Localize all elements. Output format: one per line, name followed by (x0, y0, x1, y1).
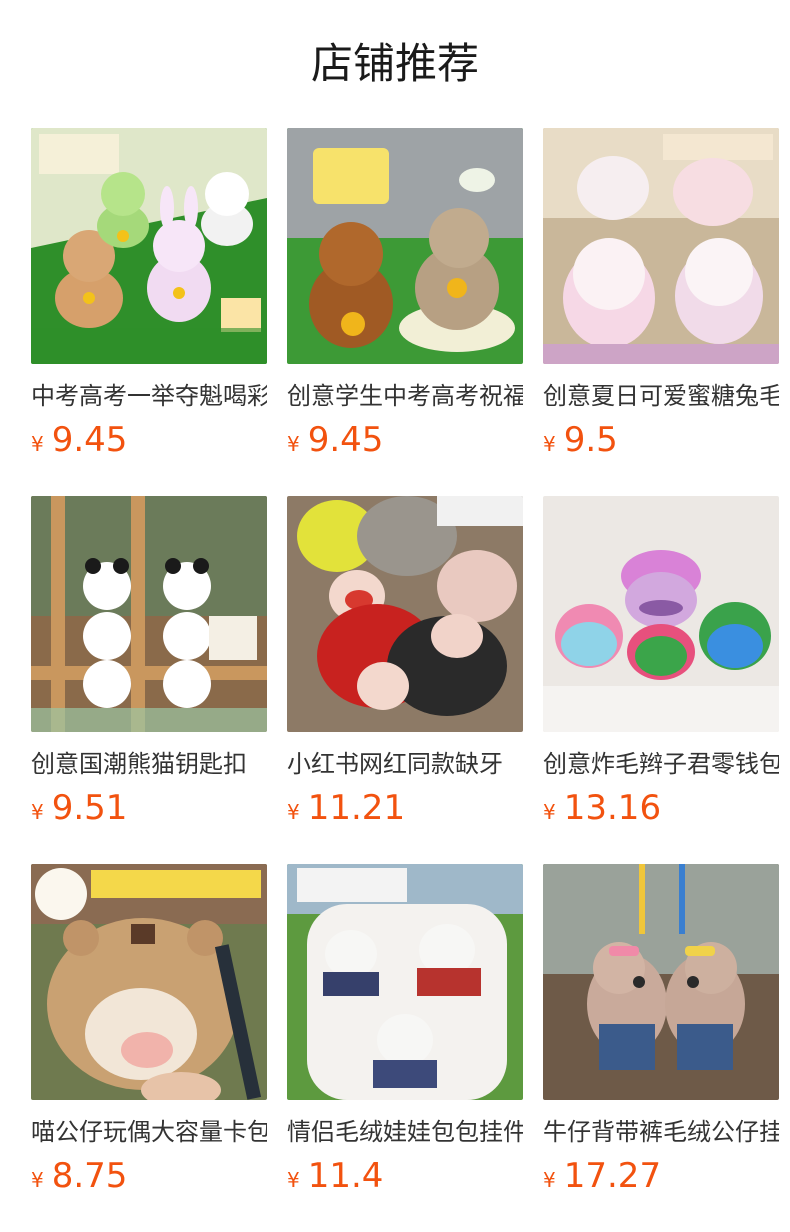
dog-overalls-image[interactable] (543, 864, 779, 1100)
currency-symbol: ¥ (543, 1168, 556, 1192)
product-card[interactable]: 创意国潮熊猫钥匙扣 ¥9.51 (31, 496, 267, 864)
currency-symbol: ¥ (543, 432, 556, 456)
currency-symbol: ¥ (31, 432, 44, 456)
currency-symbol: ¥ (287, 800, 300, 824)
product-price: 9.45 (51, 420, 128, 460)
capybara-plush-image[interactable] (287, 128, 523, 364)
price-row: ¥8.75 (31, 1154, 267, 1198)
product-price: 8.75 (51, 1156, 128, 1196)
price-row: ¥17.27 (543, 1154, 779, 1198)
plush-animals-image[interactable] (31, 128, 267, 364)
currency-symbol: ¥ (31, 800, 44, 824)
product-name[interactable]: 创意国潮熊猫钥匙扣 (31, 746, 267, 782)
product-price: 11.4 (307, 1156, 384, 1196)
price-row: ¥11.21 (287, 786, 523, 830)
product-card[interactable]: 中考高考一举夺魁喝彩 ¥9.45 (31, 128, 267, 496)
product-card[interactable]: 喵公仔玩偶大容量卡包 ¥8.75 (31, 864, 267, 1232)
product-name[interactable]: 牛仔背带裤毛绒公仔挂 (543, 1114, 779, 1150)
product-name[interactable]: 中考高考一举夺魁喝彩 (31, 378, 267, 414)
panda-keychain-image[interactable] (31, 496, 267, 732)
bunny-plush-image[interactable] (543, 128, 779, 364)
product-name[interactable]: 喵公仔玩偶大容量卡包 (31, 1114, 267, 1150)
westie-plush-image[interactable] (287, 864, 523, 1100)
product-price: 13.16 (563, 788, 662, 828)
product-name[interactable]: 创意学生中考高考祝福 (287, 378, 523, 414)
product-card[interactable]: 创意学生中考高考祝福 ¥9.45 (287, 128, 523, 496)
fluffy-monster-image[interactable] (543, 496, 779, 732)
price-row: ¥11.4 (287, 1154, 523, 1198)
product-price: 11.21 (307, 788, 406, 828)
product-price: 17.27 (563, 1156, 662, 1196)
product-name[interactable]: 创意炸毛辫子君零钱包 (543, 746, 779, 782)
product-card[interactable]: 小红书网红同款缺牙 ¥11.21 (287, 496, 523, 864)
currency-symbol: ¥ (287, 1168, 300, 1192)
currency-symbol: ¥ (543, 800, 556, 824)
capybara-bag-image[interactable] (31, 864, 267, 1100)
product-card[interactable]: 情侣毛绒娃娃包包挂件 ¥11.4 (287, 864, 523, 1232)
product-price: 9.45 (307, 420, 384, 460)
product-card[interactable]: 牛仔背带裤毛绒公仔挂 ¥17.27 (543, 864, 779, 1232)
currency-symbol: ¥ (287, 432, 300, 456)
product-price: 9.51 (51, 788, 128, 828)
product-name[interactable]: 创意夏日可爱蜜糖兔毛 (543, 378, 779, 414)
product-card[interactable]: 创意夏日可爱蜜糖兔毛 ¥9.5 (543, 128, 779, 496)
price-row: ¥13.16 (543, 786, 779, 830)
troll-doll-image[interactable] (287, 496, 523, 732)
product-grid: 中考高考一举夺魁喝彩 ¥9.45 创意学生中考高考祝福 ¥9.45 创意夏日可爱… (31, 128, 779, 1232)
price-row: ¥9.51 (31, 786, 267, 830)
product-name[interactable]: 小红书网红同款缺牙 (287, 746, 523, 782)
product-price: 9.5 (563, 420, 618, 460)
price-row: ¥9.45 (287, 418, 523, 462)
product-card[interactable]: 创意炸毛辫子君零钱包 ¥13.16 (543, 496, 779, 864)
product-name[interactable]: 情侣毛绒娃娃包包挂件 (287, 1114, 523, 1150)
currency-symbol: ¥ (31, 1168, 44, 1192)
price-row: ¥9.45 (31, 418, 267, 462)
page-title: 店铺推荐 (310, 39, 479, 88)
price-row: ¥9.5 (543, 418, 779, 462)
